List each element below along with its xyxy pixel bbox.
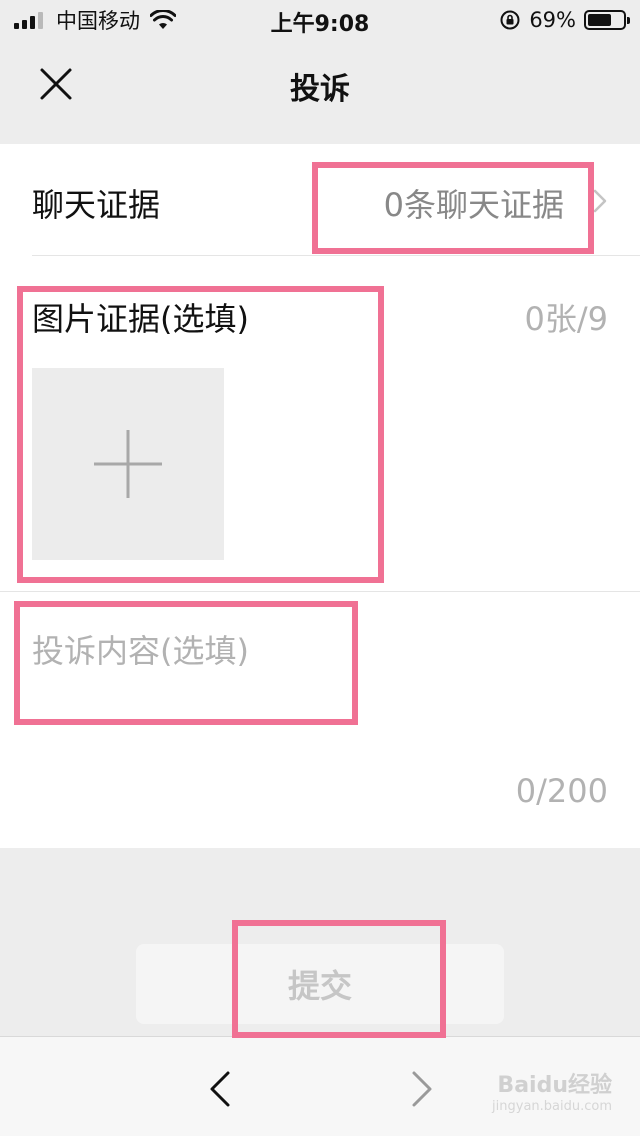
image-evidence-count: 0张/9	[524, 300, 608, 338]
complaint-form: 聊天证据 0条聊天证据 图片证据(选填) 0张/9 0/200	[0, 144, 640, 848]
add-image-button[interactable]	[32, 368, 224, 560]
battery-level	[588, 14, 612, 26]
status-right: 69%	[499, 6, 630, 34]
divider	[32, 255, 640, 256]
complaint-content-count: 0/200	[515, 772, 608, 810]
back-arrow-icon[interactable]	[206, 1069, 234, 1109]
watermark-brand: Baidu经验	[497, 1073, 612, 1098]
bottom-toolbar: Baidu经验 jingyan.baidu.com	[0, 1036, 640, 1136]
chat-evidence-row[interactable]: 聊天证据 0条聊天证据	[0, 144, 640, 256]
chat-evidence-label: 聊天证据	[32, 186, 161, 224]
page-title: 投诉	[290, 72, 350, 107]
nav-bar: 投诉	[0, 40, 640, 144]
battery-icon	[584, 10, 630, 30]
watermark-url: jingyan.baidu.com	[492, 1099, 612, 1114]
divider	[0, 591, 640, 592]
forward-arrow-icon[interactable]	[408, 1069, 436, 1109]
chat-evidence-value: 0条聊天证据	[383, 186, 564, 224]
battery-percent: 69%	[529, 8, 576, 32]
status-bar: 中国移动 上午9:08 69%	[0, 0, 640, 40]
baidu-watermark: Baidu经验 jingyan.baidu.com	[492, 1059, 612, 1119]
chevron-right-icon	[593, 189, 607, 213]
image-evidence-label: 图片证据(选填)	[32, 300, 249, 338]
submit-button[interactable]: 提交	[136, 944, 504, 1024]
rotation-lock-icon	[500, 10, 520, 30]
plus-icon	[94, 430, 162, 498]
complaint-content-input[interactable]	[32, 626, 608, 736]
